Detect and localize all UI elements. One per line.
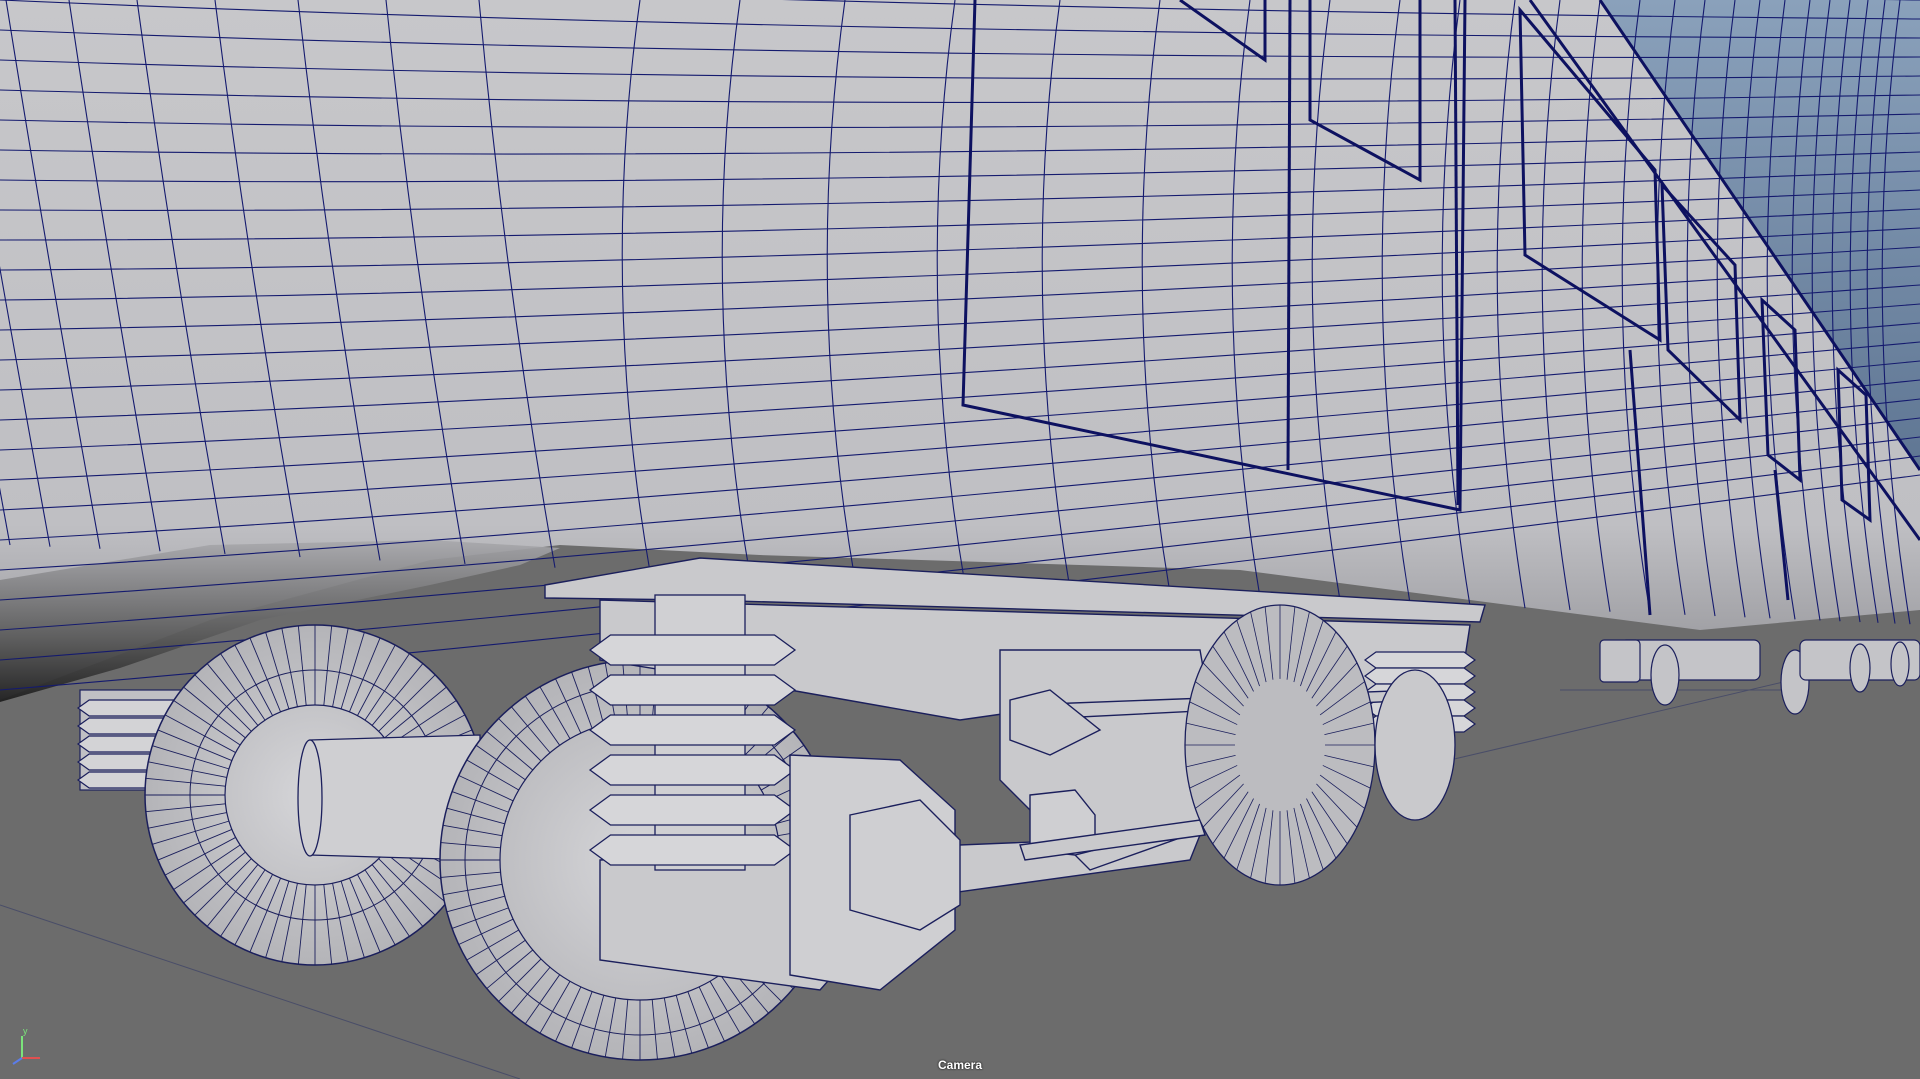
spring-coil — [588, 634, 797, 666]
spring-coil — [588, 714, 797, 746]
axis-label-y: y — [23, 1026, 28, 1036]
camera-label: Camera — [937, 1058, 983, 1072]
spring-coil — [588, 674, 797, 706]
viewport-scene[interactable] — [0, 0, 1920, 1079]
spring-coil — [588, 834, 797, 866]
door-seam-1 — [1286, 0, 1292, 471]
spring-coil — [588, 794, 797, 826]
3d-viewport[interactable]: y Camera — [0, 0, 1920, 1079]
far-bogies — [1599, 639, 1920, 715]
spring-coil — [1363, 651, 1477, 669]
spring-coil — [588, 754, 797, 786]
